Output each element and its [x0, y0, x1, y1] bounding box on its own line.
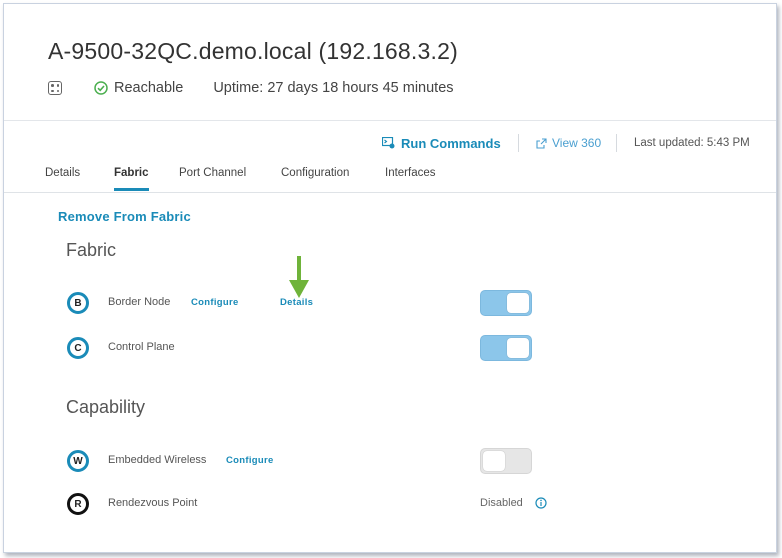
check-circle-icon	[94, 81, 108, 95]
rendezvous-point-label: Rendezvous Point	[108, 497, 198, 509]
tab-interfaces[interactable]: Interfaces	[385, 167, 436, 188]
border-node-badge-icon: B	[67, 292, 89, 314]
reachability-status: Reachable	[114, 80, 184, 96]
view-360-link[interactable]: View 360	[536, 135, 601, 151]
tab-details[interactable]: Details	[45, 167, 80, 188]
external-link-icon	[536, 137, 547, 149]
tab-port-channel[interactable]: Port Channel	[179, 167, 246, 188]
border-node-configure-link[interactable]: Configure	[191, 297, 239, 308]
run-commands-label: Run Commands	[401, 135, 501, 151]
control-plane-toggle[interactable]	[480, 335, 532, 361]
annotation-arrow-icon	[289, 256, 309, 298]
run-commands-button[interactable]: Run Commands	[382, 135, 501, 151]
embedded-wireless-configure-link[interactable]: Configure	[226, 455, 274, 466]
header-divider	[4, 120, 776, 121]
tab-fabric[interactable]: Fabric	[114, 167, 149, 191]
uptime-text: Uptime: 27 days 18 hours 45 minutes	[213, 80, 454, 96]
embedded-wireless-label: Embedded Wireless	[108, 454, 207, 466]
run-commands-icon	[382, 137, 395, 149]
rendezvous-point-status: Disabled	[480, 497, 523, 509]
remove-from-fabric-link[interactable]: Remove From Fabric	[58, 209, 191, 224]
border-node-label: Border Node	[108, 296, 171, 308]
capability-section-title: Capability	[66, 397, 146, 417]
tab-bar: Details Fabric Port Channel Configuratio…	[4, 162, 776, 193]
device-status-row: Reachable Uptime: 27 days 18 hours 45 mi…	[48, 78, 454, 98]
device-icon	[48, 81, 62, 95]
fabric-section-title: Fabric	[66, 240, 117, 260]
last-updated-text: Last updated: 5:43 PM	[634, 137, 750, 149]
device-title: A-9500-32QC.demo.local (192.168.3.2)	[48, 38, 458, 64]
embedded-wireless-badge-icon: W	[67, 450, 89, 472]
border-node-toggle[interactable]	[480, 290, 532, 316]
tab-configuration[interactable]: Configuration	[281, 167, 349, 188]
view-360-label: View 360	[552, 136, 602, 150]
action-separator	[518, 134, 519, 152]
rendezvous-point-badge-icon: R	[67, 493, 89, 515]
device-detail-panel: A-9500-32QC.demo.local (192.168.3.2) Rea…	[3, 3, 777, 553]
info-icon[interactable]	[535, 497, 547, 509]
action-separator	[616, 134, 617, 152]
control-plane-label: Control Plane	[108, 341, 175, 353]
control-plane-badge-icon: C	[67, 337, 89, 359]
embedded-wireless-toggle[interactable]	[480, 448, 532, 474]
